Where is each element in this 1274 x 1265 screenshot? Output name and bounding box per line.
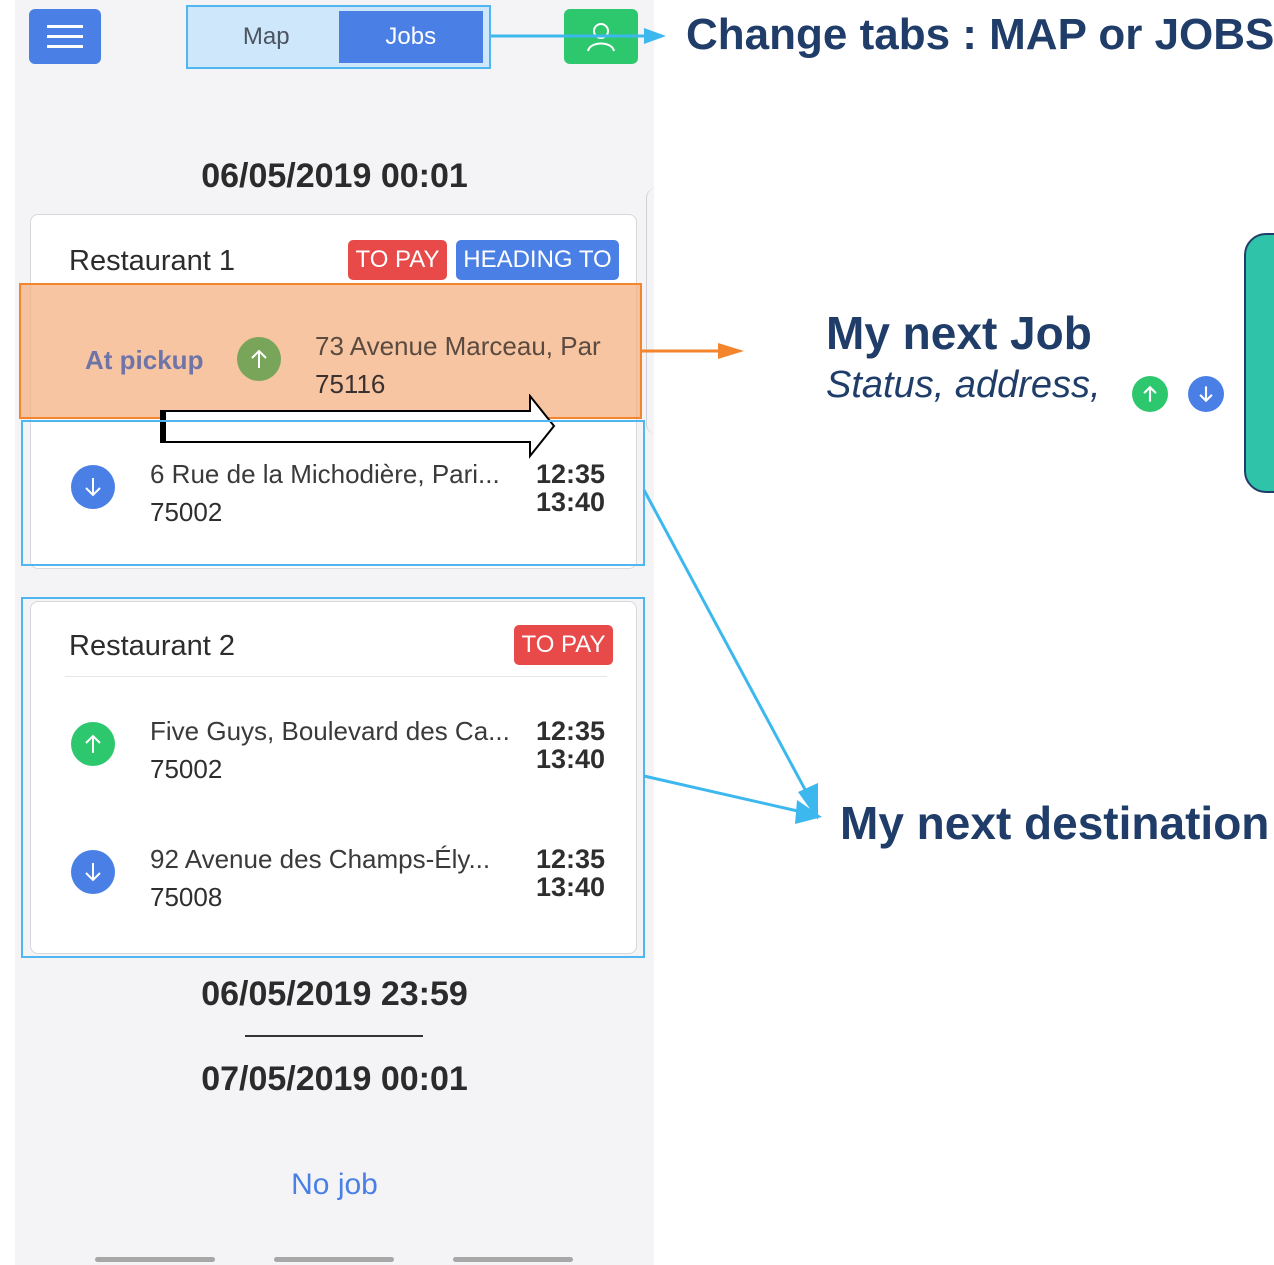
down-arrow-icon — [1188, 376, 1224, 412]
up-arrow-icon — [1132, 376, 1168, 412]
side-callout-card — [1244, 233, 1274, 493]
annotation-next-destination: My next destination — [840, 797, 1270, 849]
annotation-next-job: My next Job — [826, 307, 1092, 359]
annotation-arrows — [491, 28, 822, 824]
annotation-tabs: Change tabs : MAP or JOBS — [686, 10, 1274, 59]
annotation-next-job-sub: Status, address, — [826, 364, 1101, 406]
